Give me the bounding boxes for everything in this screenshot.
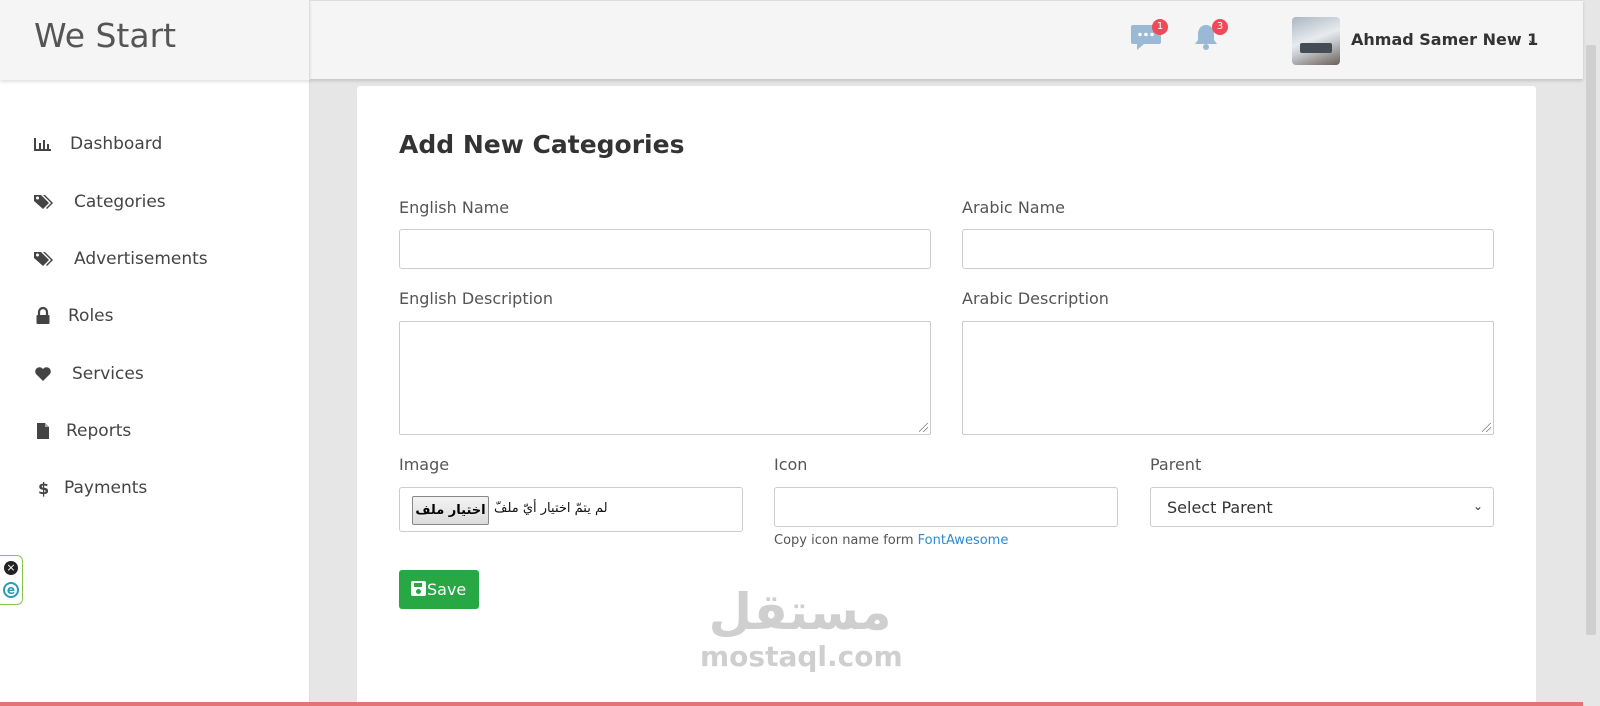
english-name-input[interactable] xyxy=(399,229,931,269)
tags-icon xyxy=(34,195,53,209)
close-icon[interactable]: × xyxy=(4,561,18,575)
english-description-label: English Description xyxy=(399,289,553,308)
parent-select[interactable]: Select Parent ⌄ xyxy=(1150,487,1494,527)
sidebar-item-services[interactable]: Services xyxy=(0,354,310,394)
page-title: Add New Categories xyxy=(399,130,685,159)
bottom-border xyxy=(0,702,1600,706)
notifications-badge: 3 xyxy=(1212,19,1228,35)
english-description-textarea[interactable] xyxy=(399,321,931,435)
extension-icon[interactable]: e xyxy=(3,582,19,598)
file-icon xyxy=(37,423,49,439)
sidebar-item-label: Categories xyxy=(74,192,166,212)
messages-button[interactable]: 1 xyxy=(1130,19,1168,55)
fontawesome-link[interactable]: FontAwesome xyxy=(918,533,1009,548)
resize-handle-icon[interactable] xyxy=(1482,423,1491,432)
bar-chart-icon xyxy=(34,138,51,151)
sidebar-item-label: Payments xyxy=(64,478,148,498)
scrollbar-thumb[interactable] xyxy=(1586,45,1596,635)
sidebar-item-reports[interactable]: Reports xyxy=(0,411,310,451)
heart-icon xyxy=(35,367,51,381)
messages-badge: 1 xyxy=(1152,19,1168,35)
choose-file-button[interactable]: اختيار ملف xyxy=(412,496,489,525)
watermark-arabic: مستقل xyxy=(708,583,892,641)
notifications-button[interactable]: 3 xyxy=(1190,19,1228,55)
parent-label: Parent xyxy=(1150,455,1202,474)
sidebar-item-label: Dashboard xyxy=(70,134,163,154)
floating-widget[interactable]: × e xyxy=(0,555,23,605)
english-name-label: English Name xyxy=(399,198,510,217)
brand-title: We Start xyxy=(34,16,177,55)
form-card: Add New Categories English Name Arabic N… xyxy=(357,86,1536,706)
sidebar-item-dashboard[interactable]: Dashboard xyxy=(0,124,310,164)
icon-label: Icon xyxy=(774,455,808,474)
save-button[interactable]: Save xyxy=(399,570,479,609)
arabic-name-input[interactable] xyxy=(962,229,1494,269)
icon-help-text: Copy icon name form FontAwesome xyxy=(774,533,1008,548)
chevron-down-icon[interactable]: ⌄ xyxy=(1527,33,1536,46)
icon-input[interactable] xyxy=(774,487,1118,527)
arabic-name-label: Arabic Name xyxy=(962,198,1066,217)
brand-logo-area[interactable]: We Start xyxy=(0,0,310,80)
svg-text:$: $ xyxy=(38,479,49,498)
parent-selected-value: Select Parent xyxy=(1167,498,1273,517)
resize-handle-icon[interactable] xyxy=(919,423,928,432)
sidebar-item-roles[interactable]: Roles xyxy=(0,296,310,336)
top-header: 1 3 Ahmad Samer New 1 ⌄ xyxy=(310,0,1583,79)
watermark: مستقل mostaql.com xyxy=(700,582,903,692)
sidebar-item-label: Reports xyxy=(66,421,132,441)
image-label: Image xyxy=(399,455,450,474)
sidebar-item-categories[interactable]: Categories xyxy=(0,182,310,222)
tags-icon xyxy=(34,252,53,266)
chevron-down-icon: ⌄ xyxy=(1472,499,1483,513)
sidebar-item-label: Roles xyxy=(68,306,114,326)
sidebar-item-label: Services xyxy=(72,364,144,384)
sidebar-item-advertisements[interactable]: Advertisements xyxy=(0,239,310,279)
image-file-input[interactable]: اختيار ملف لم يتمّ اختيار أيّ ملفّ xyxy=(399,487,743,532)
arabic-description-textarea[interactable] xyxy=(962,321,1494,435)
sidebar-item-label: Advertisements xyxy=(74,249,208,269)
page-scrollbar[interactable] xyxy=(1583,0,1600,706)
icon-help-prefix: Copy icon name form xyxy=(774,533,918,548)
lock-icon xyxy=(36,306,50,324)
user-avatar[interactable] xyxy=(1292,17,1340,65)
floppy-disk-icon xyxy=(411,581,426,596)
dollar-icon: $ xyxy=(38,479,49,498)
sidebar-item-payments[interactable]: $ Payments xyxy=(0,468,310,508)
arabic-description-label: Arabic Description xyxy=(962,289,1109,308)
save-button-label: Save xyxy=(427,580,467,599)
file-status-text: لم يتمّ اختيار أيّ ملفّ xyxy=(494,501,608,516)
sidebar: Dashboard Categories Advertisements Role… xyxy=(0,80,310,706)
user-name[interactable]: Ahmad Samer New 1 xyxy=(1351,30,1538,49)
watermark-latin: mostaql.com xyxy=(700,640,903,673)
